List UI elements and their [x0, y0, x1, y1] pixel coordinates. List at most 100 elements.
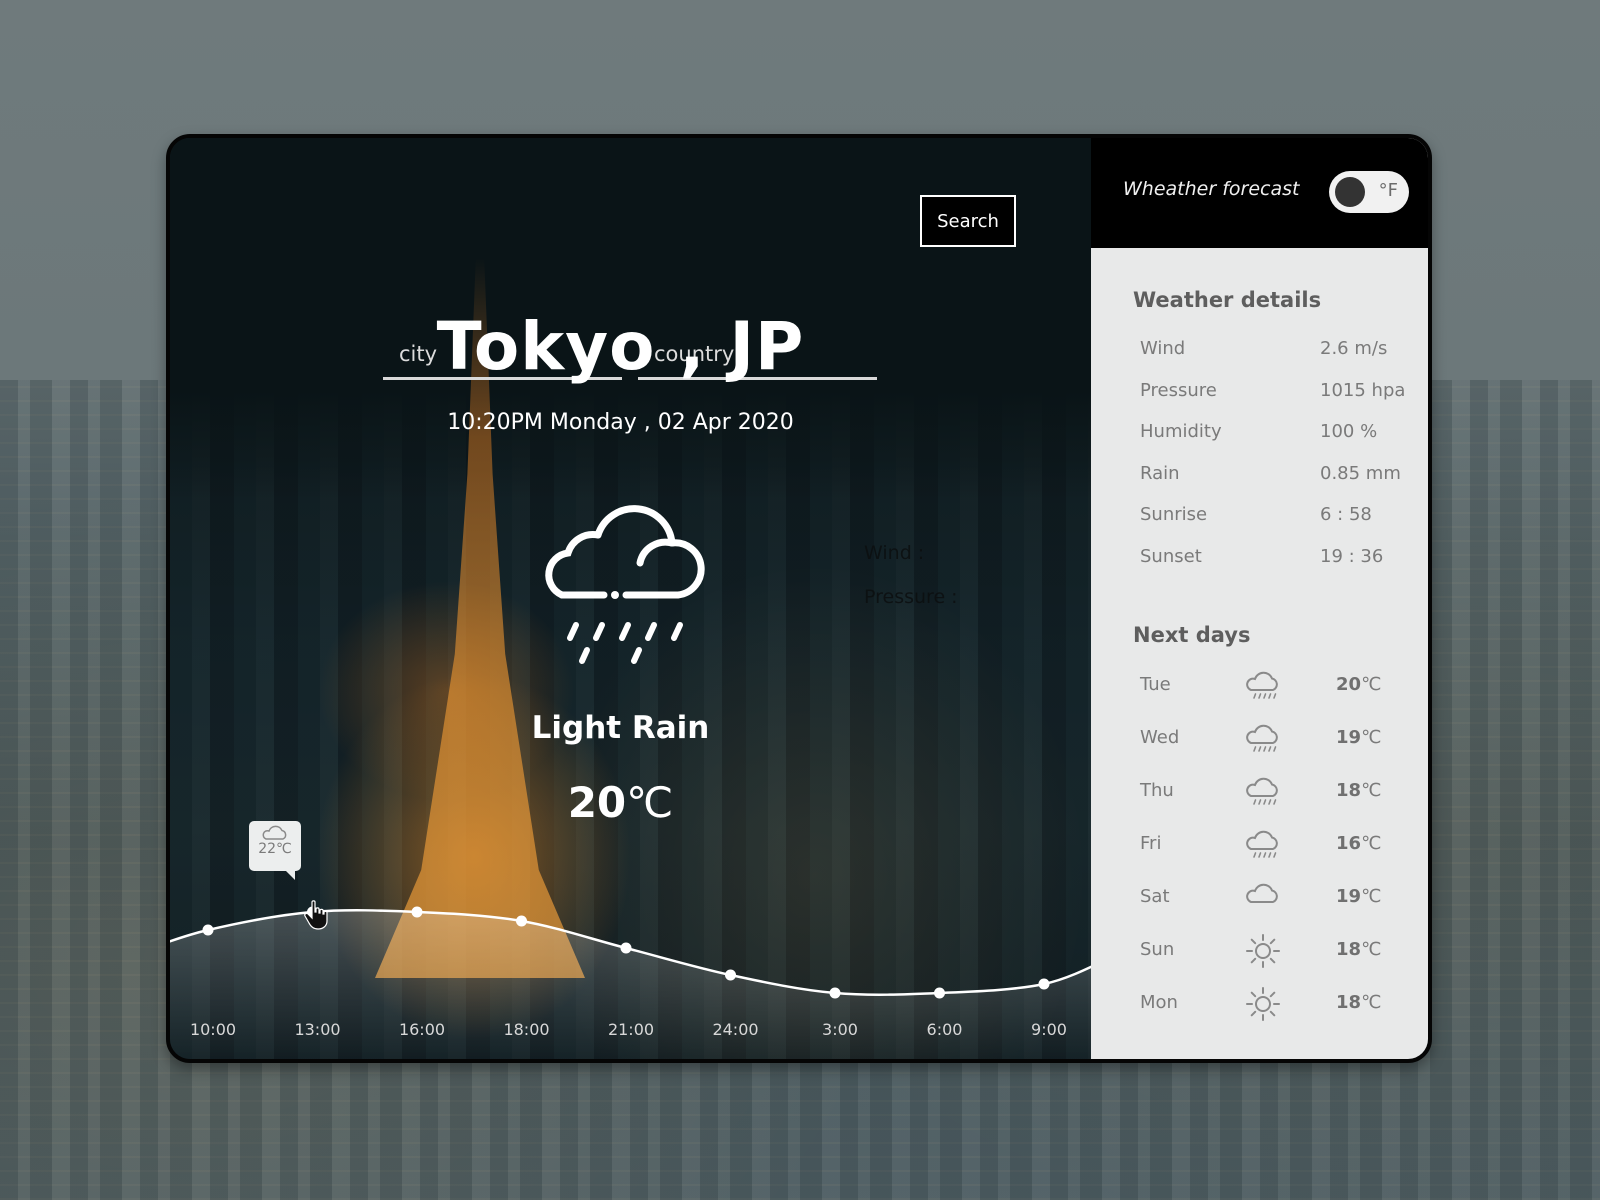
app-title: Wheather forecast [1123, 178, 1300, 200]
forecast-day-wed: Wed 19℃ [1140, 721, 1428, 757]
forecast-day-sat: Sat 19℃ [1140, 880, 1428, 916]
day-name: Wed [1140, 727, 1180, 748]
x-tick-label: 18:00 [503, 1020, 549, 1039]
detail-label: Sunset [1140, 546, 1202, 567]
day-name: Fri [1140, 833, 1162, 854]
hour-tooltip: 22℃ [249, 821, 301, 880]
chart-point-900[interactable] [1038, 978, 1050, 990]
day-temp: 16℃ [1336, 833, 1381, 854]
chart-point-1600[interactable] [411, 906, 423, 918]
condition-label: Light Rain [531, 710, 710, 746]
day-temp-value: 16 [1336, 833, 1362, 854]
x-tick-label: 24:00 [712, 1020, 758, 1039]
day-temp-unit: ℃ [1361, 833, 1382, 854]
detail-row-pressure: Pressure 1015 hpa [1140, 380, 1428, 410]
weather-details-title: Weather details [1133, 288, 1322, 312]
cloud-icon [262, 825, 287, 840]
detail-label: Pressure [1140, 380, 1217, 401]
unit-toggle[interactable]: °F [1329, 171, 1409, 213]
day-temp-unit: ℃ [1361, 886, 1382, 907]
day-temp-unit: ℃ [1361, 939, 1382, 960]
toggle-knob[interactable] [1335, 177, 1365, 207]
chart-point-1800[interactable] [516, 915, 527, 927]
detail-label: Sunrise [1140, 504, 1208, 525]
day-temp: 19℃ [1336, 727, 1381, 748]
day-temp-value: 18 [1336, 780, 1362, 801]
day-icon [1245, 986, 1281, 1027]
day-icon [1245, 880, 1281, 921]
day-temp-value: 19 [1336, 886, 1362, 907]
day-temp: 19℃ [1336, 886, 1381, 907]
detail-label: Humidity [1140, 421, 1222, 442]
day-temp-unit: ℃ [1361, 780, 1382, 801]
chart-area-fill [170, 910, 1091, 1059]
current-datetime: 10:20PM Monday , 02 Apr 2020 [447, 410, 794, 435]
detail-row-rain: Rain 0.85 mm [1140, 463, 1428, 493]
day-icon [1245, 827, 1281, 868]
day-name: Sat [1140, 886, 1170, 907]
cloud-rain-icon [1246, 830, 1278, 858]
day-temp: 18℃ [1336, 780, 1381, 801]
day-temp-value: 20 [1336, 674, 1362, 695]
x-tick-label: 9:00 [1031, 1020, 1067, 1039]
day-temp: 18℃ [1336, 992, 1381, 1013]
cloud-rain-icon [1246, 671, 1278, 699]
detail-label: Wind [1140, 338, 1186, 359]
day-temp-value: 19 [1336, 727, 1362, 748]
cloud-rain-icon [1246, 724, 1278, 752]
current-temp-value: 20 [567, 778, 627, 827]
x-tick-label: 6:00 [927, 1020, 963, 1039]
x-tick-label: 10:00 [190, 1020, 236, 1039]
x-tick-label: 13:00 [294, 1020, 340, 1039]
detail-value: 2.6 m/s [1320, 338, 1388, 359]
day-icon [1245, 721, 1281, 762]
overlay-pressure-label: Pressure : [864, 586, 958, 608]
chart-point-1000[interactable] [202, 924, 214, 936]
day-name: Mon [1140, 992, 1178, 1013]
detail-row-sunrise: Sunrise 6 : 58 [1140, 504, 1428, 534]
toggle-unit-label: °F [1378, 180, 1398, 201]
day-icon [1245, 774, 1281, 815]
current-temp-unit: ℃ [626, 778, 674, 827]
detail-row-wind: Wind 2.6 m/s [1140, 338, 1428, 368]
cloud-rain-icon [545, 505, 705, 664]
main-panel: Search Tokyo , JP 10:20PM Monday , 02 Ap… [170, 138, 1091, 1059]
day-temp-value: 18 [1336, 939, 1362, 960]
sidebar: Wheather forecast °F Weather details Win… [1091, 138, 1428, 1059]
sun-icon [1246, 987, 1280, 1021]
detail-row-sunset: Sunset 19 : 36 [1140, 546, 1428, 576]
forecast-day-sun: Sun 18℃ [1140, 933, 1428, 969]
weather-app-card: Search Tokyo , JP 10:20PM Monday , 02 Ap… [166, 134, 1432, 1063]
chart-point-300[interactable] [829, 987, 841, 999]
forecast-day-thu: Thu 18℃ [1140, 774, 1428, 810]
forecast-day-fri: Fri 16℃ [1140, 827, 1428, 863]
chart-point-2400[interactable] [725, 969, 736, 981]
x-tick-label: 16:00 [399, 1020, 445, 1039]
overlay-wind-label: Wind : [864, 542, 925, 564]
detail-label: Rain [1140, 463, 1180, 484]
day-name: Tue [1140, 674, 1171, 695]
day-icon [1245, 668, 1281, 709]
day-temp: 20℃ [1336, 674, 1381, 695]
x-tick-label: 3:00 [822, 1020, 858, 1039]
day-temp: 18℃ [1336, 939, 1381, 960]
cloud-icon [1246, 883, 1278, 903]
day-name: Thu [1140, 780, 1174, 801]
day-temp-unit: ℃ [1361, 727, 1382, 748]
search-button[interactable]: Search [920, 195, 1016, 247]
detail-value: 19 : 36 [1320, 546, 1384, 567]
chart-point-600[interactable] [934, 987, 945, 999]
hand-cursor-icon [304, 900, 328, 930]
day-temp-value: 18 [1336, 992, 1362, 1013]
day-name: Sun [1140, 939, 1175, 960]
sidebar-header: Wheather forecast °F [1091, 138, 1428, 248]
sun-icon [1246, 934, 1280, 968]
detail-value: 100 % [1320, 421, 1378, 442]
chart-point-2100[interactable] [620, 942, 632, 954]
detail-value: 6 : 58 [1320, 504, 1372, 525]
tooltip-temp: 22℃ [258, 841, 292, 857]
day-temp-unit: ℃ [1361, 674, 1382, 695]
day-temp-unit: ℃ [1361, 992, 1382, 1013]
cloud-rain-icon [1246, 777, 1278, 805]
day-icon [1245, 933, 1281, 974]
